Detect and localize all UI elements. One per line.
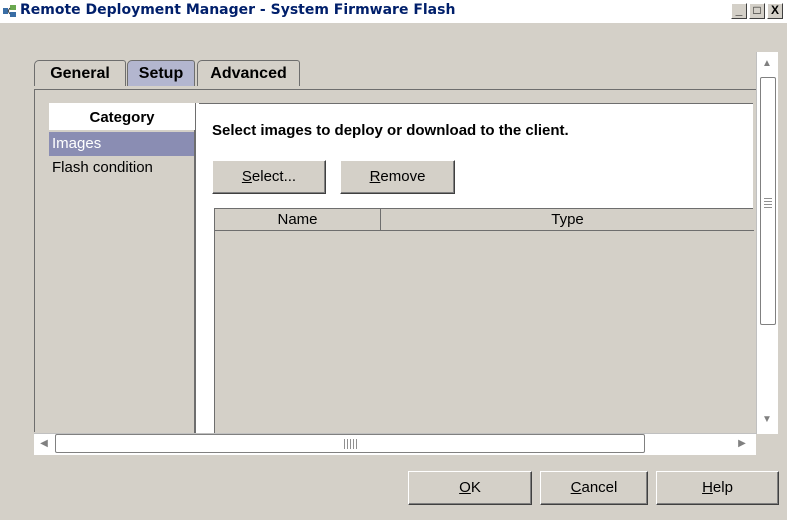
vertical-scroll-thumb[interactable] <box>760 77 776 325</box>
cancel-label: ancel <box>581 479 618 496</box>
minimize-icon: _ <box>735 3 743 17</box>
window-title: Remote Deployment Manager - System Firmw… <box>20 2 456 18</box>
column-header-type[interactable]: Type <box>381 209 754 231</box>
category-item-flash-condition[interactable]: Flash condition <box>49 156 194 180</box>
app-icon <box>3 5 16 17</box>
category-header-label: Category <box>89 109 155 126</box>
images-table[interactable]: Name Type <box>214 208 754 433</box>
remove-mnemonic: R <box>369 168 381 185</box>
title-bar: Remote Deployment Manager - System Firmw… <box>0 0 787 23</box>
select-mnemonic: S <box>241 168 252 185</box>
remove-label: emove <box>380 168 426 185</box>
ok-mnemonic: O <box>459 479 471 496</box>
select-label: elect... <box>251 168 297 185</box>
ok-label: K <box>470 479 481 496</box>
maximize-button[interactable]: □ <box>749 3 765 19</box>
cancel-button[interactable]: Cancel <box>540 471 648 505</box>
select-button[interactable]: Select... <box>212 160 326 194</box>
cancel-mnemonic: C <box>570 479 582 496</box>
arrow-down-icon[interactable]: ▼ <box>757 410 777 430</box>
category-list: Images Flash condition <box>49 130 195 433</box>
close-button[interactable]: X <box>767 3 783 19</box>
ok-button[interactable]: OK <box>408 471 532 505</box>
tab-general-label: General <box>50 65 110 82</box>
minimize-button[interactable]: _ <box>731 3 747 19</box>
arrow-up-icon[interactable]: ▲ <box>757 54 777 74</box>
help-button[interactable]: Help <box>656 471 779 505</box>
remove-button[interactable]: Remove <box>340 160 455 194</box>
tab-advanced-label: Advanced <box>210 65 287 82</box>
tab-general[interactable]: General <box>34 60 126 86</box>
category-header: Category <box>49 103 195 130</box>
panel-divider <box>195 103 199 433</box>
tab-setup[interactable]: Setup <box>127 60 195 86</box>
help-mnemonic: H <box>702 479 713 496</box>
close-icon: X <box>770 3 779 17</box>
arrow-left-icon[interactable]: ◀ <box>34 434 54 454</box>
horizontal-scroll-thumb[interactable] <box>55 434 645 453</box>
arrow-right-icon[interactable]: ▶ <box>732 434 752 454</box>
tab-advanced[interactable]: Advanced <box>197 60 300 86</box>
help-label: elp <box>712 479 733 496</box>
tab-setup-label: Setup <box>138 65 184 82</box>
maximize-icon: □ <box>753 3 761 17</box>
instruction-text: Select images to deploy or download to t… <box>212 122 569 139</box>
column-header-name[interactable]: Name <box>215 209 381 231</box>
category-item-images[interactable]: Images <box>49 132 194 156</box>
